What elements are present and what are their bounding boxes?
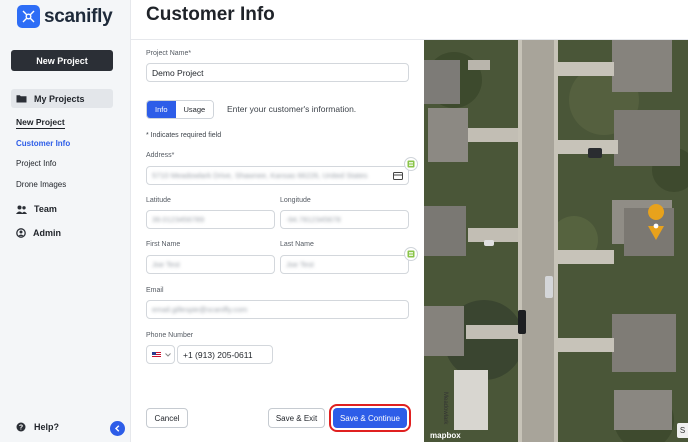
info-usage-tabs: Info Usage (146, 100, 215, 119)
team-icon (16, 205, 27, 214)
project-name-label: Project Name* (146, 50, 192, 57)
help-link[interactable]: ? Help? (16, 422, 59, 432)
chevron-left-icon (114, 425, 120, 432)
latitude-input[interactable]: 39.0123456789 (146, 210, 275, 229)
country-code-select[interactable] (146, 345, 175, 364)
address-input[interactable]: 5710 Meadowlark Drive, Shawnee, Kansas 6… (146, 166, 409, 185)
autofill-icon (407, 160, 415, 168)
email-label: Email (146, 287, 164, 294)
street-label: Meadowlark (442, 392, 448, 425)
card-icon (393, 171, 403, 180)
autofill-badge[interactable] (404, 157, 418, 171)
page-title: Customer Info (146, 4, 275, 25)
first-name-input[interactable]: Joe Test (146, 255, 275, 274)
help-icon: ? (16, 422, 26, 432)
email-value: email.gillespie@scanifly.com (152, 305, 248, 314)
sidebar: scanifly New Project My Projects New Pro… (0, 0, 131, 442)
tab-usage[interactable]: Usage (175, 101, 214, 118)
folder-icon (16, 95, 27, 103)
tab-hint-text: Enter your customer's information. (227, 104, 357, 114)
email-input[interactable]: email.gillespie@scanifly.com (146, 300, 409, 319)
last-name-value: Joe Test (286, 260, 314, 269)
autofill-icon (407, 250, 415, 258)
sidebar-subitem-new-project[interactable]: New Project (16, 117, 65, 129)
last-name-label: Last Name (280, 241, 314, 248)
project-name-value: Demo Project (152, 67, 204, 78)
satellite-imagery (424, 40, 688, 442)
satellite-map[interactable]: Meadowlark mapbox S (424, 40, 688, 442)
new-project-button[interactable]: New Project (11, 50, 113, 71)
save-exit-button[interactable]: Save & Exit (268, 408, 325, 428)
latitude-label: Latitude (146, 197, 171, 204)
country-flag (152, 351, 171, 358)
admin-icon (16, 228, 26, 238)
logo[interactable]: scanifly (17, 5, 113, 28)
longitude-input[interactable]: -94.7812345678 (280, 210, 409, 229)
longitude-label: Longitude (280, 197, 311, 204)
sidebar-item-admin[interactable]: Admin (16, 228, 61, 238)
svg-text:?: ? (19, 425, 23, 432)
collapse-sidebar-button[interactable] (110, 421, 125, 436)
project-name-input[interactable]: Demo Project (146, 63, 409, 82)
sidebar-item-label: Team (34, 204, 57, 214)
save-continue-button[interactable]: Save & Continue (329, 404, 411, 432)
latitude-value: 39.0123456789 (152, 215, 205, 224)
mapbox-logo: mapbox (430, 431, 461, 440)
scanifly-logo-icon (17, 5, 40, 28)
sidebar-subitem-drone-images[interactable]: Drone Images (16, 180, 66, 189)
map-attribution-button[interactable]: S (677, 423, 688, 438)
phone-input[interactable]: +1 (913) 205-0611 (177, 345, 273, 364)
last-name-input[interactable]: Joe Test (280, 255, 409, 274)
help-label: Help? (34, 422, 60, 432)
address-value: 5710 Meadowlark Drive, Shawnee, Kansas 6… (152, 171, 368, 180)
sidebar-subitem-customer-info[interactable]: Customer Info (16, 139, 70, 148)
tab-info[interactable]: Info (147, 101, 176, 118)
sidebar-subitem-project-info[interactable]: Project Info (16, 159, 56, 168)
us-flag-icon (152, 351, 161, 358)
sidebar-item-team[interactable]: Team (16, 204, 57, 214)
sidebar-item-label: Admin (33, 228, 61, 238)
phone-value: +1 (913) 205-0611 (183, 349, 253, 360)
first-name-value: Joe Test (152, 260, 180, 269)
autofill-badge[interactable] (404, 247, 418, 261)
longitude-value: -94.7812345678 (286, 215, 341, 224)
phone-label: Phone Number (146, 332, 194, 339)
address-label: Address* (146, 152, 175, 159)
sidebar-item-label: My Projects (34, 93, 85, 104)
cancel-button[interactable]: Cancel (146, 408, 188, 428)
chevron-down-icon (165, 352, 171, 357)
brand-name: scanifly (44, 5, 113, 27)
required-field-note: * Indicates required field (146, 132, 222, 139)
first-name-label: First Name (146, 241, 181, 248)
sidebar-item-my-projects[interactable]: My Projects (11, 89, 113, 108)
